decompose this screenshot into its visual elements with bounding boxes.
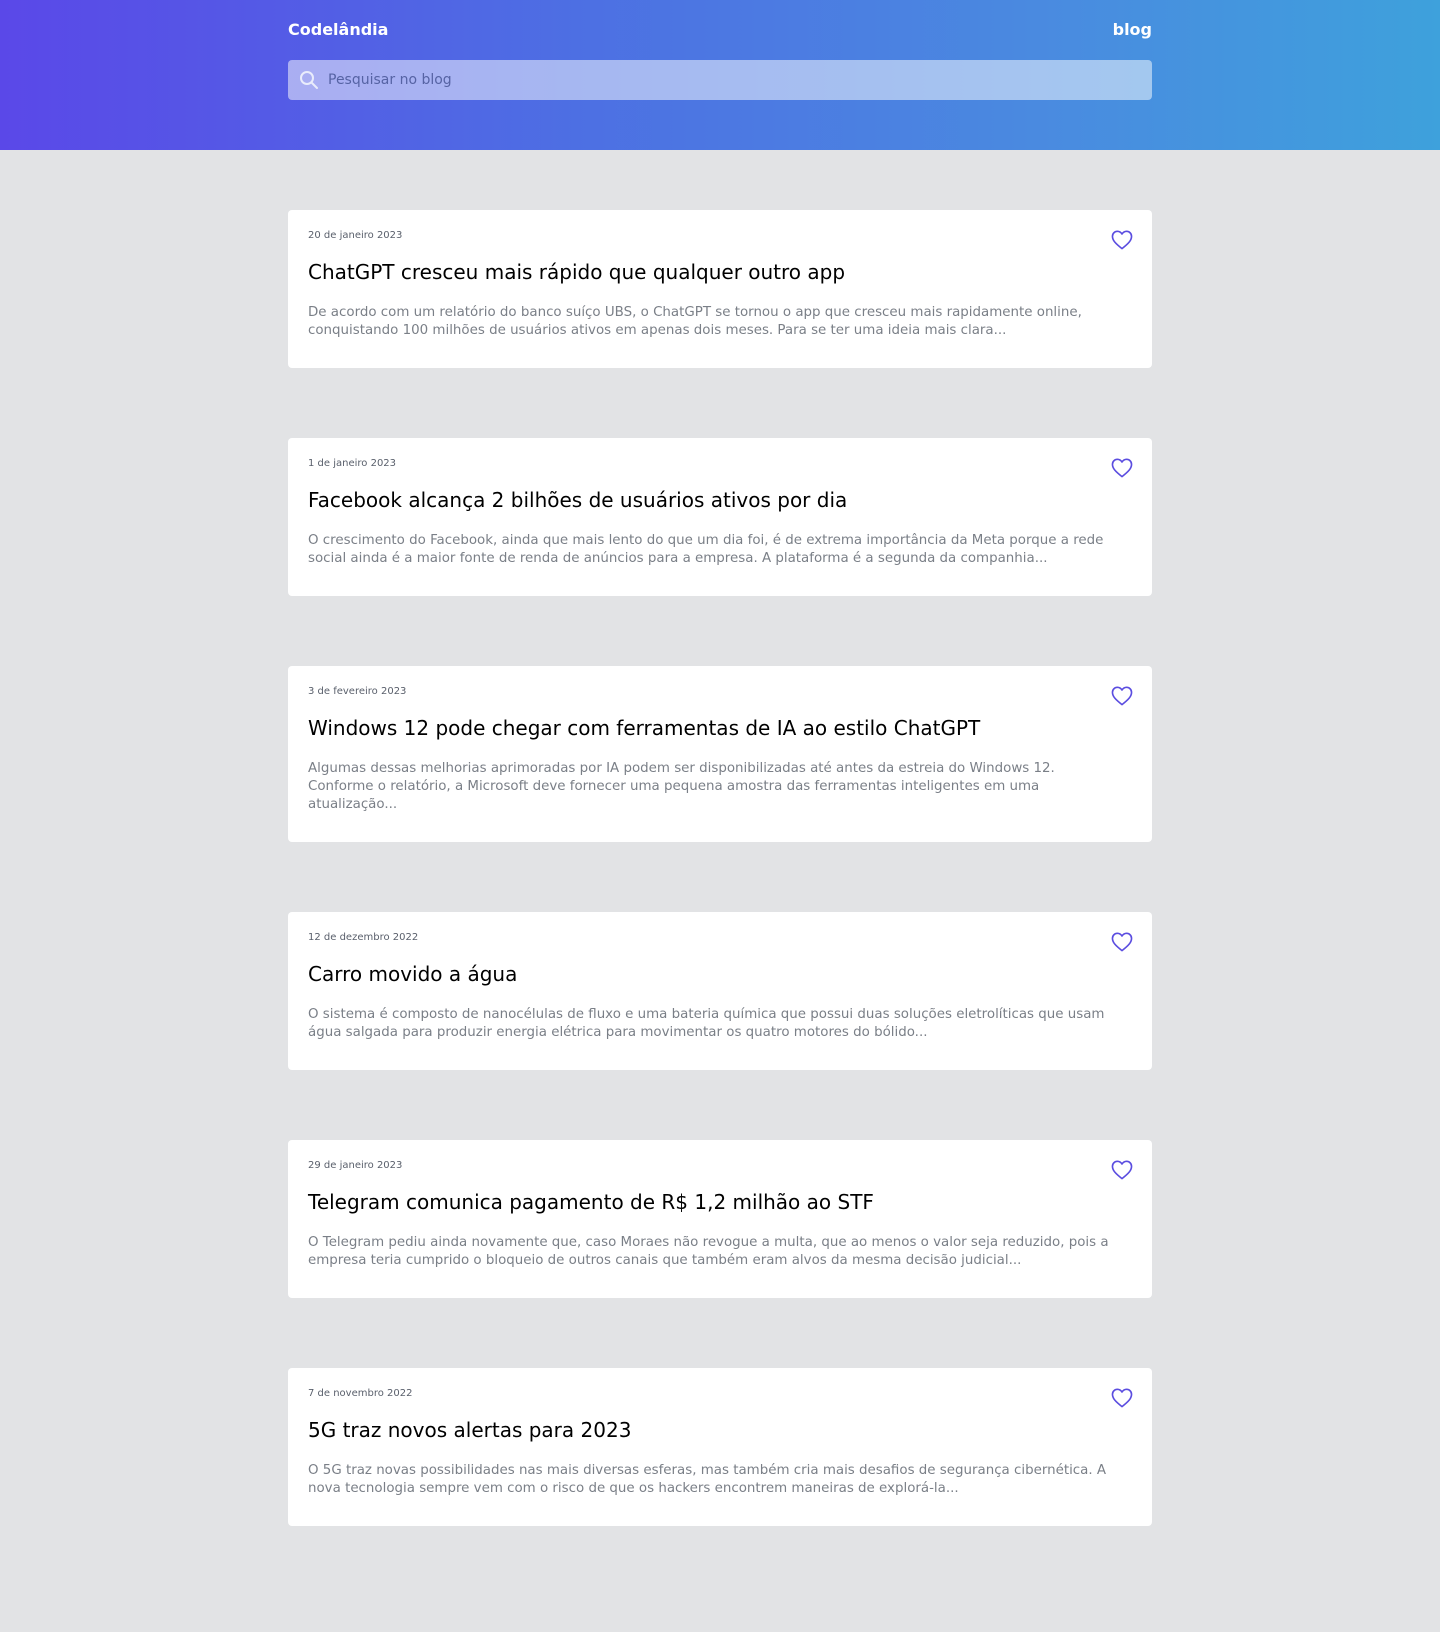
post-date: 20 de janeiro 2023 bbox=[308, 230, 403, 241]
search-icon bbox=[298, 69, 320, 91]
post-card[interactable]: 1 de janeiro 2023 Facebook alcança 2 bil… bbox=[288, 438, 1152, 596]
heart-icon[interactable] bbox=[1110, 930, 1134, 954]
brand-logo[interactable]: Codelândia bbox=[288, 20, 388, 39]
post-date: 29 de janeiro 2023 bbox=[308, 1160, 403, 1171]
post-excerpt: O 5G traz novas possibilidades nas mais … bbox=[308, 1463, 1107, 1496]
post-card[interactable]: 12 de dezembro 2022 Carro movido a água … bbox=[288, 912, 1152, 1070]
nav-link-blog[interactable]: blog bbox=[1113, 20, 1152, 39]
post-excerpt: O crescimento do Facebook, ainda que mai… bbox=[308, 533, 1104, 566]
search-bar[interactable] bbox=[288, 60, 1152, 100]
post-excerpt: O Telegram pediu ainda novamente que, ca… bbox=[308, 1235, 1109, 1268]
heart-icon[interactable] bbox=[1110, 1158, 1134, 1182]
post-date: 3 de fevereiro 2023 bbox=[308, 686, 407, 697]
post-excerpt: Algumas dessas melhorias aprimoradas por… bbox=[308, 761, 1055, 812]
post-title[interactable]: Windows 12 pode chegar com ferramentas d… bbox=[308, 714, 1132, 742]
post-list: 20 de janeiro 2023 ChatGPT cresceu mais … bbox=[288, 210, 1152, 1596]
post-card[interactable]: 3 de fevereiro 2023 Windows 12 pode cheg… bbox=[288, 666, 1152, 842]
post-title[interactable]: Telegram comunica pagamento de R$ 1,2 mi… bbox=[308, 1188, 1132, 1216]
search-input[interactable] bbox=[328, 61, 1152, 99]
heart-icon[interactable] bbox=[1110, 684, 1134, 708]
post-date: 1 de janeiro 2023 bbox=[308, 458, 397, 469]
post-card[interactable]: 20 de janeiro 2023 ChatGPT cresceu mais … bbox=[288, 210, 1152, 368]
heart-icon[interactable] bbox=[1110, 456, 1134, 480]
post-card[interactable]: 29 de janeiro 2023 Telegram comunica pag… bbox=[288, 1140, 1152, 1298]
post-date: 12 de dezembro 2022 bbox=[308, 932, 419, 943]
post-excerpt: O sistema é composto de nanocélulas de f… bbox=[308, 1007, 1105, 1040]
post-title[interactable]: 5G traz novos alertas para 2023 bbox=[308, 1416, 1132, 1444]
post-title[interactable]: Facebook alcança 2 bilhões de usuários a… bbox=[308, 486, 1132, 514]
page-header: Codelândia blog bbox=[0, 0, 1440, 150]
post-date: 7 de novembro 2022 bbox=[308, 1388, 413, 1399]
post-excerpt: De acordo com um relatório do banco suíç… bbox=[308, 305, 1082, 338]
post-title[interactable]: Carro movido a água bbox=[308, 960, 1132, 988]
heart-icon[interactable] bbox=[1110, 228, 1134, 252]
post-card[interactable]: 7 de novembro 2022 5G traz novos alertas… bbox=[288, 1368, 1152, 1526]
post-title[interactable]: ChatGPT cresceu mais rápido que qualquer… bbox=[308, 258, 1132, 286]
heart-icon[interactable] bbox=[1110, 1386, 1134, 1410]
